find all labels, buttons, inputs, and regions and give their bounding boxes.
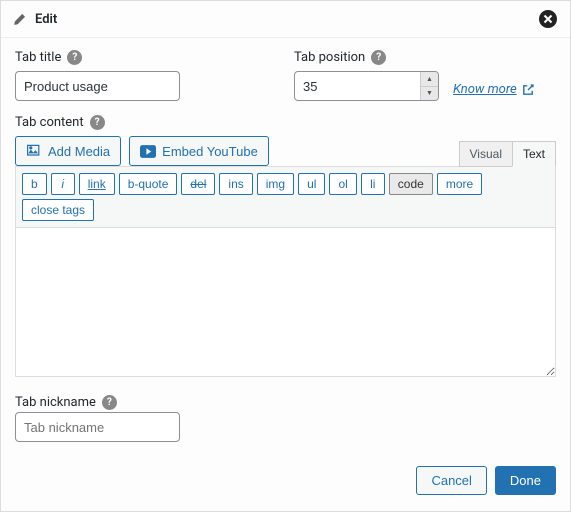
spinner-up-icon[interactable]: ▲ <box>421 72 438 87</box>
tab-position-field: Tab position ? ▲ ▼ <box>294 50 439 101</box>
toolbar-italic[interactable]: i <box>51 173 75 195</box>
toolbar-del[interactable]: del <box>181 173 215 195</box>
spinner-down-icon[interactable]: ▼ <box>421 87 438 101</box>
spinner-buttons: ▲ ▼ <box>420 72 438 100</box>
add-media-button[interactable]: Add Media <box>15 136 121 166</box>
editor-mode-tabs: Visual Text <box>459 141 556 166</box>
nickname-label-row: Tab nickname ? <box>15 395 556 410</box>
visual-tab[interactable]: Visual <box>459 141 512 167</box>
dialog-body: Tab title ? Tab position ? ▲ ▼ <box>1 38 570 511</box>
tab-content-label-row: Tab content ? <box>15 115 556 130</box>
youtube-icon <box>140 145 156 158</box>
tab-title-label-row: Tab title ? <box>15 50 180 65</box>
dialog-header: Edit <box>1 1 570 38</box>
add-media-label: Add Media <box>48 144 110 159</box>
done-button[interactable]: Done <box>495 466 556 495</box>
toolbar-link[interactable]: link <box>79 173 115 195</box>
top-row: Tab title ? Tab position ? ▲ ▼ <box>15 50 556 101</box>
header-left: Edit <box>13 12 57 27</box>
toolbar-img[interactable]: img <box>257 173 294 195</box>
tab-title-field: Tab title ? <box>15 50 180 101</box>
close-icon[interactable] <box>538 9 558 29</box>
content-textarea[interactable] <box>15 227 556 377</box>
toolbar-li[interactable]: li <box>361 173 385 195</box>
help-icon[interactable]: ? <box>90 115 105 130</box>
tab-position-label-row: Tab position ? <box>294 50 439 65</box>
tab-position-spinner: ▲ ▼ <box>294 71 439 101</box>
help-icon[interactable]: ? <box>102 395 117 410</box>
know-more-link[interactable]: Know more <box>453 82 535 97</box>
tab-content-section: Tab content ? Add Media Embed YouTube <box>15 115 556 381</box>
cancel-button[interactable]: Cancel <box>416 466 486 495</box>
toolbar-more[interactable]: more <box>437 173 482 195</box>
dialog-footer: Cancel Done <box>15 466 556 495</box>
external-link-icon <box>521 83 535 97</box>
nickname-label: Tab nickname <box>15 395 96 410</box>
nickname-section: Tab nickname ? <box>15 395 556 442</box>
toolbar-code[interactable]: code <box>389 173 433 195</box>
tab-position-input[interactable] <box>294 71 439 101</box>
nickname-input[interactable] <box>15 412 180 442</box>
tab-title-input[interactable] <box>15 71 180 101</box>
tab-position-label: Tab position <box>294 50 365 65</box>
text-tab[interactable]: Text <box>512 141 556 167</box>
toolbar-close-tags[interactable]: close tags <box>22 199 94 221</box>
tab-title-label: Tab title <box>15 50 61 65</box>
help-icon[interactable]: ? <box>67 50 82 65</box>
pencil-icon <box>13 12 27 26</box>
toolbar-ins[interactable]: ins <box>219 173 252 195</box>
embed-youtube-label: Embed YouTube <box>162 144 258 159</box>
embed-youtube-button[interactable]: Embed YouTube <box>129 136 269 166</box>
know-more-text: Know more <box>453 82 517 97</box>
toolbar-bquote[interactable]: b-quote <box>119 173 178 195</box>
toolbar-bold[interactable]: b <box>22 173 47 195</box>
editor-toolbar: b i link b-quote del ins img ul ol li co… <box>15 166 556 227</box>
media-row: Add Media Embed YouTube Visual Text <box>15 136 556 166</box>
tab-content-label: Tab content <box>15 115 84 130</box>
dialog-title: Edit <box>35 12 57 27</box>
media-icon <box>26 143 42 159</box>
toolbar-ol[interactable]: ol <box>329 173 356 195</box>
help-icon[interactable]: ? <box>371 50 386 65</box>
edit-dialog: Edit Tab title ? Tab position ? <box>0 0 571 512</box>
toolbar-ul[interactable]: ul <box>298 173 325 195</box>
